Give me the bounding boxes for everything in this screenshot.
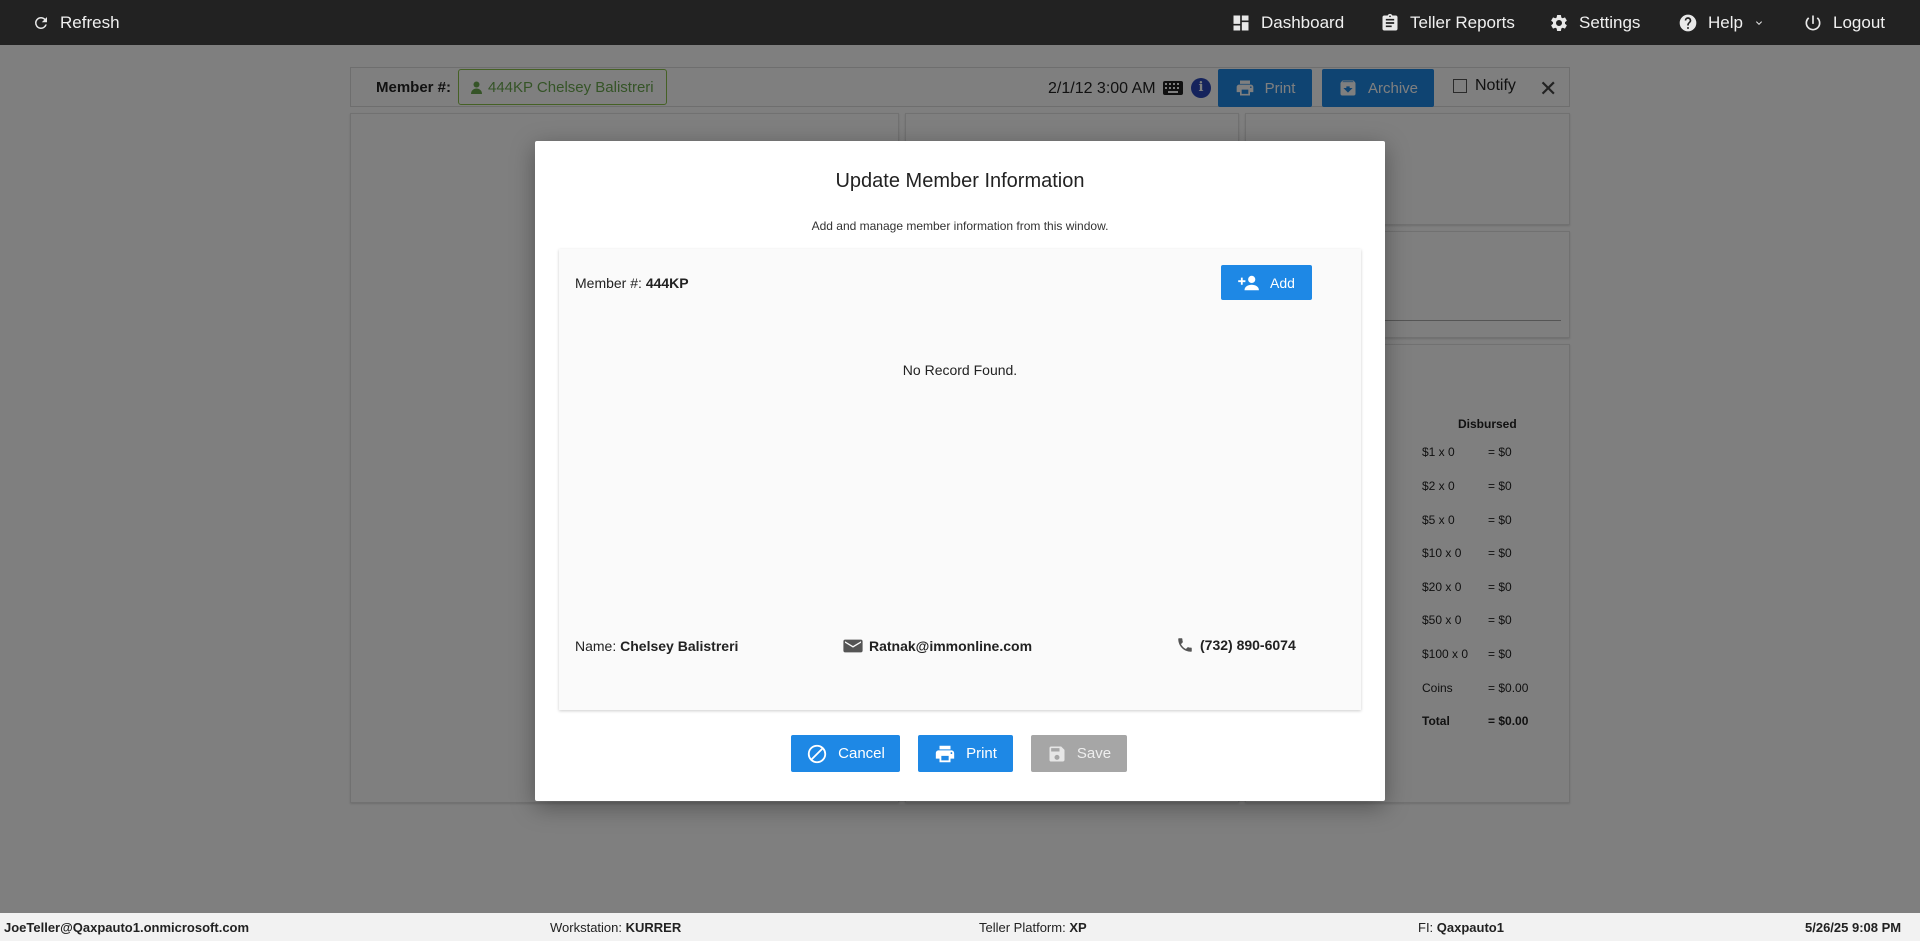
email-value: Ratnak@immonline.com bbox=[869, 638, 1033, 654]
member-info-card: Member #: 444KP Add No Record Found. Nam… bbox=[559, 249, 1361, 710]
workstation-value: KURRER bbox=[625, 920, 682, 935]
help-label: Help bbox=[1708, 12, 1743, 32]
member-name: Name: Chelsey Balistreri bbox=[575, 638, 738, 654]
add-label: Add bbox=[1270, 274, 1295, 291]
fi-label: FI: bbox=[1418, 920, 1437, 935]
top-nav-bar: Refresh Dashboard Teller Reports Setting… bbox=[0, 0, 1920, 49]
help-icon bbox=[1679, 14, 1697, 31]
cancel-button[interactable]: Cancel bbox=[791, 735, 900, 772]
workstation-label: Workstation: bbox=[550, 920, 626, 935]
printer-icon bbox=[935, 745, 955, 762]
dialog-title: Update Member Information bbox=[835, 170, 1085, 192]
name-label: Name: bbox=[575, 638, 621, 654]
add-button[interactable]: Add bbox=[1221, 265, 1312, 300]
member-number-label: Member #: bbox=[575, 275, 646, 291]
footer-user: JoeTeller@Qaxpauto1.onmicrosoft.com bbox=[4, 920, 249, 935]
phone-icon bbox=[1178, 638, 1192, 652]
block-icon bbox=[807, 744, 827, 763]
footer-workstation: Workstation: KURRER bbox=[550, 920, 681, 935]
dashboard-icon bbox=[1233, 15, 1249, 30]
refresh-icon bbox=[35, 16, 47, 29]
logout-nav[interactable]: Logout bbox=[1803, 0, 1885, 45]
datetime-value: 5/26/25 9:08 PM bbox=[1805, 920, 1902, 935]
platform-value: XP bbox=[1069, 920, 1087, 935]
user-email: JoeTeller@Qaxpauto1.onmicrosoft.com bbox=[4, 920, 250, 935]
logout-label: Logout bbox=[1833, 12, 1885, 32]
save-label: Save bbox=[1076, 745, 1112, 762]
dialog-subtitle: Add and manage member information from t… bbox=[811, 219, 1109, 233]
dialog-print-label: Print bbox=[966, 745, 997, 762]
cancel-label: Cancel bbox=[838, 745, 885, 762]
save-button[interactable]: Save bbox=[1031, 735, 1127, 772]
update-member-dialog: Update Member Information Add and manage… bbox=[535, 141, 1385, 801]
teller-reports-nav[interactable]: Teller Reports bbox=[1380, 0, 1515, 45]
footer-fi: FI: Qaxpauto1 bbox=[1418, 920, 1504, 935]
settings-label: Settings bbox=[1579, 12, 1641, 32]
chevron-down-icon bbox=[1755, 20, 1762, 25]
phone-value: (732) 890-6074 bbox=[1200, 637, 1296, 653]
footer-platform: Teller Platform: XP bbox=[979, 920, 1087, 935]
dialog-print-button[interactable]: Print bbox=[918, 735, 1013, 772]
gear-icon bbox=[1551, 14, 1567, 31]
save-icon bbox=[1049, 746, 1065, 761]
member-phone: (732) 890-6074 bbox=[1176, 636, 1296, 654]
dashboard-label: Dashboard bbox=[1261, 12, 1345, 32]
fi-value: Qaxpauto1 bbox=[1436, 920, 1504, 935]
help-menu[interactable]: Help bbox=[1678, 0, 1765, 45]
member-number: Member #: 444KP bbox=[575, 275, 689, 291]
teller-reports-label: Teller Reports bbox=[1410, 12, 1515, 32]
status-bar: JoeTeller@Qaxpauto1.onmicrosoft.com Work… bbox=[0, 913, 1920, 941]
refresh-label: Refresh bbox=[60, 12, 120, 32]
footer-datetime: 5/26/25 9:08 PM bbox=[1805, 920, 1901, 935]
mail-icon bbox=[843, 639, 863, 653]
refresh-button[interactable]: Refresh bbox=[32, 0, 120, 45]
dashboard-nav[interactable]: Dashboard bbox=[1231, 0, 1344, 45]
power-icon bbox=[1805, 15, 1821, 30]
settings-nav[interactable]: Settings bbox=[1549, 0, 1640, 45]
clipboard-icon bbox=[1382, 13, 1398, 31]
platform-label: Teller Platform: bbox=[979, 920, 1070, 935]
member-number-value: 444KP bbox=[645, 275, 689, 291]
add-person-icon bbox=[1238, 275, 1259, 290]
member-email: Ratnak@immonline.com bbox=[843, 638, 1032, 654]
empty-message: No Record Found. bbox=[902, 362, 1018, 378]
name-value: Chelsey Balistreri bbox=[620, 638, 739, 654]
